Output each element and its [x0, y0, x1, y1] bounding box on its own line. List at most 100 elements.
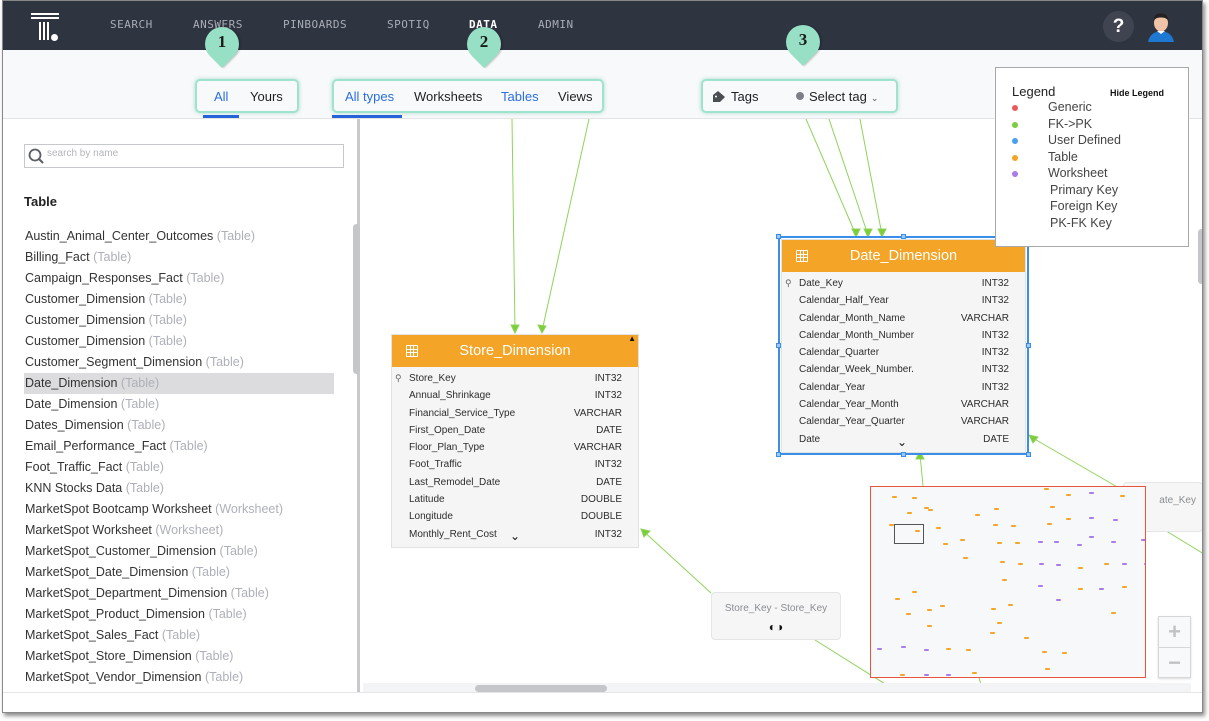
resize-handle[interactable]: [901, 234, 906, 239]
zoom-out-button[interactable]: −: [1159, 647, 1190, 677]
column-row[interactable]: Annual_Shrinkage INT32: [392, 387, 638, 404]
resize-handle[interactable]: [776, 343, 781, 348]
filter-yours[interactable]: Yours: [250, 89, 283, 104]
list-item[interactable]: MarketSpot_Department_Dimension (Table): [24, 583, 334, 604]
column-row[interactable]: Foot_Traffic INT32: [392, 456, 638, 473]
filter-views[interactable]: Views: [558, 89, 592, 104]
column-row[interactable]: ⚲ Store_Key INT32: [392, 370, 638, 387]
list-item[interactable]: MarketSpot_Store_Dimension (Table): [24, 646, 334, 667]
table-node-header[interactable]: Store_Dimension ▲: [392, 334, 638, 367]
scroll-down-chevron-icon[interactable]: ⌄: [510, 529, 520, 543]
thoughtspot-logo-icon[interactable]: [31, 13, 61, 43]
list-item[interactable]: Foot_Traffic_Fact (Table): [24, 457, 334, 478]
list-item[interactable]: Customer_Dimension (Table): [24, 310, 334, 331]
list-item[interactable]: MarketSpot_Sales_Fact (Table): [24, 625, 334, 646]
resize-handle[interactable]: [1026, 343, 1031, 348]
top-nav: SEARCH ANSWERS PINBOARDS SPOTIQ DATA ADM…: [3, 1, 1202, 50]
nav-admin[interactable]: ADMIN: [538, 18, 574, 31]
column-row[interactable]: First_Open_Date DATE: [392, 422, 638, 439]
minimap-node: [899, 674, 905, 676]
zoom-in-button[interactable]: +: [1159, 617, 1190, 647]
list-item[interactable]: MarketSpot_Customer_Dimension (Table): [24, 541, 334, 562]
column-row[interactable]: Longitude DOUBLE: [392, 508, 638, 525]
edge-line: [640, 528, 712, 594]
nav-pinboards[interactable]: PINBOARDS: [283, 18, 347, 31]
list-item[interactable]: MarketSpot_Product_Dimension (Table): [24, 604, 334, 625]
list-item[interactable]: Billing_Fact (Table): [24, 247, 334, 268]
join-node-store-key[interactable]: Store_Key - Store_Key ◐◑: [711, 592, 841, 640]
list-item-name: MarketSpot Bootcamp Worksheet: [25, 502, 212, 516]
list-item[interactable]: MarketSpot_Vendor_Dimension (Table): [24, 667, 334, 688]
minimap-viewport[interactable]: [894, 524, 924, 544]
filter-all[interactable]: All: [214, 89, 228, 104]
legend-label: Generic: [1048, 100, 1092, 114]
hide-legend-button[interactable]: Hide Legend: [1110, 88, 1164, 98]
list-item[interactable]: MarketSpot Worksheet (Worksheet): [24, 520, 334, 541]
horizontal-scrollbar[interactable]: [475, 685, 607, 692]
minimap-node: [926, 609, 932, 611]
filter-all-types[interactable]: All types: [345, 89, 394, 104]
filter-worksheets[interactable]: Worksheets: [414, 89, 482, 104]
list-item-type: (Table): [125, 481, 164, 495]
minimap-node: [923, 649, 929, 651]
list-item[interactable]: MarketSpot_Date_Dimension (Table): [24, 562, 334, 583]
edge-arrowhead: [1028, 434, 1039, 444]
column-row[interactable]: Floor_Plan_Type VARCHAR: [392, 439, 638, 456]
list-item-name: MarketSpot_Product_Dimension: [25, 607, 205, 621]
table-node-store-dimension[interactable]: Store_Dimension ▲ ⚲ Store_Key INT32 Annual_…: [391, 334, 639, 548]
list-item-name: MarketSpot_Date_Dimension: [25, 565, 189, 579]
user-avatar-icon[interactable]: [1146, 10, 1176, 42]
vertical-scrollbar[interactable]: [1198, 229, 1202, 284]
resize-handle[interactable]: [1026, 452, 1031, 457]
filter-tables[interactable]: Tables: [501, 89, 539, 104]
list-item[interactable]: Email_Performance_Fact (Table): [24, 436, 334, 457]
help-button[interactable]: ?: [1103, 11, 1134, 42]
collapse-icon[interactable]: ▲: [628, 323, 636, 355]
list-item-type: (Table): [148, 334, 187, 348]
list-item[interactable]: MarketSpot Bootcamp Worksheet (Worksheet…: [24, 499, 334, 520]
minimap-node: [914, 530, 920, 532]
resize-handle[interactable]: [776, 234, 781, 239]
minimap[interactable]: [870, 486, 1146, 678]
sidebar-scrollbar[interactable]: [353, 224, 360, 374]
column-row[interactable]: Financial_Service_Type VARCHAR: [392, 405, 638, 422]
select-tag-label: Select tag: [809, 89, 867, 104]
list-item-name: Customer_Dimension: [25, 292, 146, 306]
column-name: Store_Key: [409, 373, 456, 384]
resize-handle[interactable]: [776, 452, 781, 457]
list-item-name: MarketSpot_Customer_Dimension: [25, 544, 217, 558]
list-item[interactable]: Date_Dimension (Table): [24, 394, 334, 415]
column-name: First_Open_Date: [409, 424, 486, 436]
list-item-name: MarketSpot_Department_Dimension: [25, 586, 228, 600]
list-item[interactable]: Campaign_Responses_Fact (Table): [24, 268, 334, 289]
list-item-type: (Worksheet): [155, 523, 224, 537]
minimap-node: [1078, 567, 1083, 569]
search-box[interactable]: [24, 144, 344, 168]
list-item-name: Billing_Fact: [25, 250, 90, 264]
minimap-node: [989, 632, 995, 634]
column-row[interactable]: Last_Remodel_Date DATE: [392, 474, 638, 491]
chevron-down-icon: ⌄: [870, 93, 879, 103]
minimap-node: [911, 497, 917, 499]
column-type: VARCHAR: [573, 407, 622, 419]
minimap-node: [911, 591, 917, 593]
list-item[interactable]: Dates_Dimension (Table): [24, 415, 334, 436]
nav-spotiq[interactable]: SPOTIQ: [387, 18, 430, 31]
nav-search[interactable]: SEARCH: [110, 18, 153, 31]
minimap-node: [1037, 585, 1043, 587]
search-input[interactable]: [47, 148, 337, 159]
list-item[interactable]: Austin_Animal_Center_Outcomes (Table): [24, 226, 334, 247]
minimap-node: [992, 524, 998, 526]
list-item[interactable]: KNN Stocks Data (Table): [24, 478, 334, 499]
column-row[interactable]: Latitude DOUBLE: [392, 491, 638, 508]
list-item[interactable]: Date_Dimension (Table): [24, 373, 334, 394]
column-name: Latitude: [409, 494, 445, 506]
list-item[interactable]: Customer_Dimension (Table): [24, 289, 334, 310]
edge-arrowhead: [510, 324, 520, 335]
select-tag-dropdown[interactable]: Select tag ⌄: [796, 89, 878, 104]
resize-handle[interactable]: [901, 452, 906, 457]
list-item[interactable]: Customer_Dimension (Table): [24, 331, 334, 352]
list-item[interactable]: Customer_Segment_Dimension (Table): [24, 352, 334, 373]
legend-label: FK->PK: [1048, 116, 1093, 131]
list-item-type: (Table): [216, 229, 255, 243]
